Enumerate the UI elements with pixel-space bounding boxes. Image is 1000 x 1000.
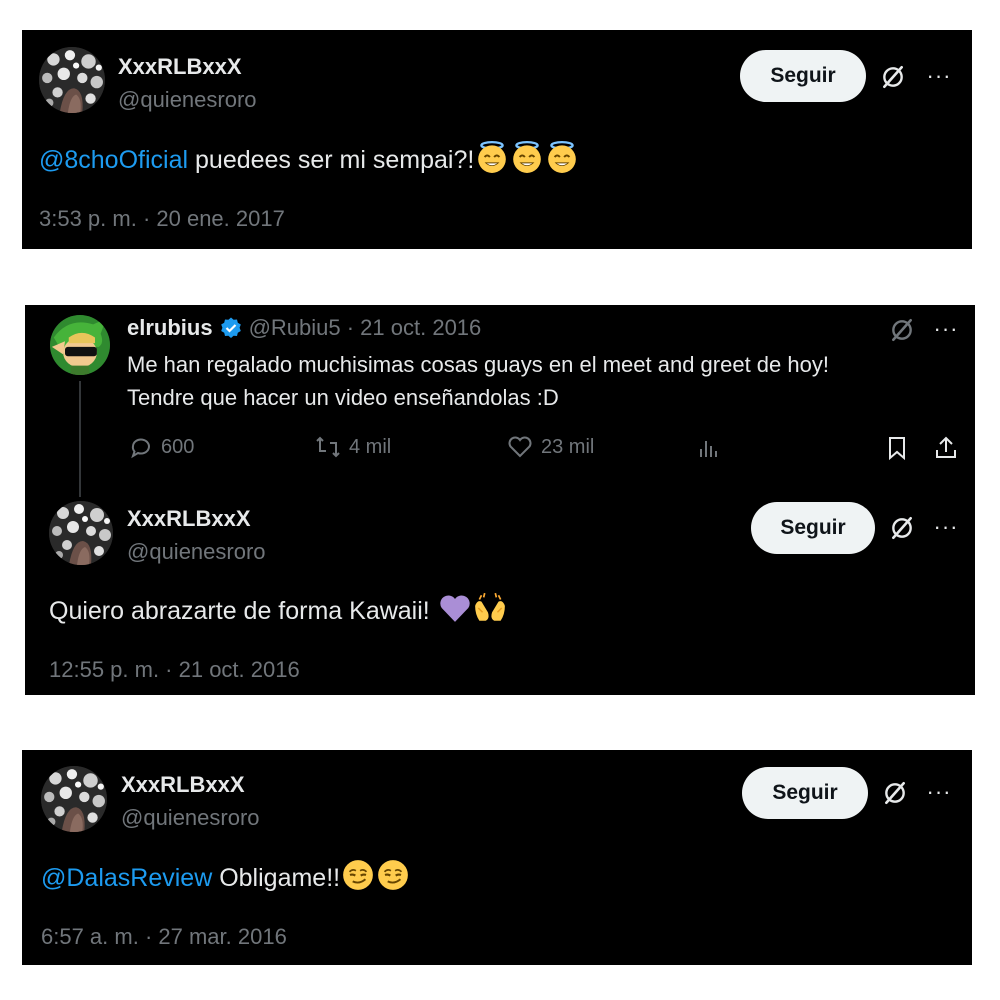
- purple-heart-emoji: [438, 591, 472, 625]
- grok-icon[interactable]: [887, 315, 917, 345]
- tweet-text-content: Quiero abrazarte de forma Kawaii!: [49, 597, 437, 625]
- mention-link[interactable]: @DalasReview: [41, 864, 212, 892]
- user-handle[interactable]: @quienesroro: [127, 539, 266, 565]
- retweet-icon: [316, 436, 340, 458]
- follow-button[interactable]: Seguir: [740, 50, 866, 102]
- more-options-icon[interactable]: ···: [922, 65, 956, 87]
- avatar[interactable]: [39, 47, 105, 113]
- grok-icon[interactable]: [880, 778, 910, 808]
- tweet-card-1[interactable]: XxxRLBxxX @quienesroro Seguir ··· @8choO…: [22, 30, 972, 249]
- tweet-card-2[interactable]: elrubius @Rubiu5 · 21 oct. 2016 ··· Me h…: [25, 305, 975, 695]
- parent-tweet-line-1: Me han regalado muchisimas cosas guays e…: [127, 352, 829, 377]
- mention-link[interactable]: @8choOficial: [39, 146, 188, 174]
- more-options-icon[interactable]: ···: [929, 516, 963, 538]
- retweet-count: 4 mil: [349, 435, 392, 458]
- like-count: 23 mil: [541, 435, 595, 458]
- more-options-icon[interactable]: ···: [922, 781, 956, 803]
- share-icon: [936, 436, 956, 458]
- tweet-card-3[interactable]: XxxRLBxxX @quienesroro Seguir ··· @Dalas…: [22, 750, 972, 965]
- more-options-icon[interactable]: ···: [929, 318, 963, 340]
- thread-connector: [79, 381, 81, 497]
- tweet-text-content: Obligame!!: [212, 864, 341, 892]
- heart-icon: [508, 436, 532, 458]
- avatar-image: [41, 766, 107, 832]
- smiling-face-with-halo-emoji: [475, 140, 509, 174]
- grok-icon[interactable]: [878, 62, 908, 92]
- bookmark-icon: [889, 437, 905, 461]
- analytics-icon: [700, 441, 717, 457]
- smiling-face-with-halo-emoji: [510, 140, 544, 174]
- smirking-face-emoji: [376, 858, 410, 892]
- tweet-text-content: puedees ser mi sempai?!: [188, 146, 475, 174]
- timestamp[interactable]: 12:55 p. m. · 21 oct. 2016: [49, 657, 300, 683]
- like-button[interactable]: 23 mil: [507, 435, 594, 459]
- tweet-text: Quiero abrazarte de forma Kawaii!: [49, 591, 507, 628]
- display-name[interactable]: elrubius: [127, 315, 213, 341]
- verified-badge-icon: [220, 317, 241, 338]
- display-name[interactable]: XxxRLBxxX: [127, 506, 251, 532]
- avatar-image: [50, 315, 110, 375]
- views-button[interactable]: [697, 437, 721, 461]
- parent-tweet-line-2: Tendre que hacer un video enseñandolas :…: [127, 385, 559, 410]
- share-button[interactable]: [933, 435, 959, 461]
- tweet-text: @DalasReview Obligame!!: [41, 858, 410, 895]
- handle-and-date[interactable]: @Rubiu5 · 21 oct. 2016: [249, 315, 482, 341]
- smiling-face-with-halo-emoji: [545, 140, 579, 174]
- grok-icon[interactable]: [887, 513, 917, 543]
- follow-button[interactable]: Seguir: [751, 502, 875, 554]
- timestamp[interactable]: 3:53 p. m. · 20 ene. 2017: [39, 206, 285, 232]
- avatar[interactable]: [41, 766, 107, 832]
- open-hands-emoji: [473, 591, 507, 625]
- avatar-image: [39, 47, 105, 113]
- smirking-face-emoji: [341, 858, 375, 892]
- user-handle[interactable]: @quienesroro: [118, 87, 257, 113]
- reply-icon: [131, 438, 150, 459]
- reply-button[interactable]: 600: [129, 435, 194, 459]
- reply-count: 600: [161, 435, 195, 458]
- display-name[interactable]: XxxRLBxxX: [121, 772, 245, 798]
- timestamp[interactable]: 6:57 a. m. · 27 mar. 2016: [41, 924, 287, 950]
- avatar[interactable]: [49, 501, 113, 565]
- avatar[interactable]: [50, 315, 110, 375]
- display-name[interactable]: XxxRLBxxX: [118, 54, 242, 80]
- avatar-image: [49, 501, 113, 565]
- tweet-text: @8choOficial puedees ser mi sempai?!: [39, 140, 579, 177]
- retweet-button[interactable]: 4 mil: [315, 435, 391, 459]
- bookmark-button[interactable]: [885, 435, 909, 461]
- follow-button[interactable]: Seguir: [742, 767, 868, 819]
- user-handle[interactable]: @quienesroro: [121, 805, 260, 831]
- parent-tweet-header: elrubius @Rubiu5 · 21 oct. 2016: [127, 315, 481, 341]
